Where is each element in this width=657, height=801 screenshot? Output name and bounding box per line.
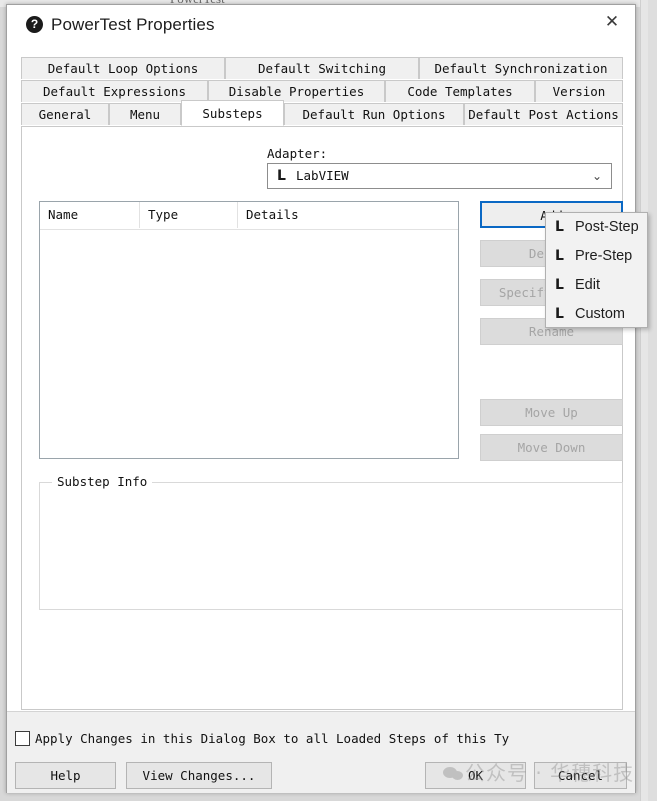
apply-changes-checkbox[interactable] — [15, 731, 30, 746]
substeps-tab-panel: Adapter: L LabVIEW ⌄ Name Type Details A… — [21, 126, 623, 710]
adapter-dropdown[interactable]: L LabVIEW ⌄ — [267, 163, 612, 189]
chevron-down-icon: ⌄ — [591, 169, 602, 183]
tab-version[interactable]: Version — [535, 80, 623, 102]
tab-default-switching[interactable]: Default Switching — [225, 57, 419, 79]
tab-default-synchronization[interactable]: Default Synchronization — [419, 57, 623, 79]
labview-icon: L — [277, 168, 286, 184]
menu-item-edit-label: Edit — [575, 277, 600, 293]
tab-menu[interactable]: Menu — [109, 103, 181, 125]
close-icon[interactable]: ✕ — [589, 5, 635, 39]
powertest-properties-dialog: ? PowerTest Properties ✕ Default Loop Op… — [6, 4, 636, 793]
menu-item-pre-step-label: Pre-Step — [575, 248, 633, 264]
add-substep-context-menu: L Post-Step L Pre-Step L Edit L Custom — [545, 212, 648, 328]
tab-substeps[interactable]: Substeps — [181, 100, 284, 126]
labview-icon: L — [555, 248, 564, 264]
substeps-listview[interactable]: Name Type Details — [39, 201, 459, 459]
tab-default-loop-options[interactable]: Default Loop Options — [21, 57, 225, 79]
tab-row-1: Default Loop Options Default Switching D… — [21, 57, 623, 80]
tab-disable-properties[interactable]: Disable Properties — [208, 80, 385, 102]
column-header-details[interactable]: Details — [238, 202, 458, 228]
labview-icon: L — [555, 306, 564, 322]
listview-header: Name Type Details — [40, 202, 458, 230]
menu-item-custom[interactable]: L Custom — [546, 300, 647, 329]
dialog-footer: Apply Changes in this Dialog Box to all … — [7, 711, 635, 793]
adapter-selected-value: LabVIEW — [296, 168, 349, 183]
menu-item-custom-label: Custom — [575, 306, 625, 322]
tab-general[interactable]: General — [21, 103, 109, 125]
tab-strip: Default Loop Options Default Switching D… — [21, 57, 623, 127]
menu-item-post-step-label: Post-Step — [575, 219, 639, 235]
ok-button[interactable]: OK — [425, 762, 526, 789]
labview-icon: L — [555, 219, 564, 235]
adapter-label: Adapter: — [267, 146, 328, 161]
menu-item-pre-step[interactable]: L Pre-Step — [546, 242, 647, 271]
substep-info-groupbox: Substep Info — [39, 474, 623, 610]
help-button[interactable]: Help — [15, 762, 116, 789]
menu-item-edit[interactable]: L Edit — [546, 271, 647, 300]
move-up-button[interactable]: Move Up — [480, 399, 623, 426]
menu-item-post-step[interactable]: L Post-Step — [546, 213, 647, 242]
window-title: PowerTest Properties — [51, 15, 215, 34]
tab-default-post-actions[interactable]: Default Post Actions — [464, 103, 623, 125]
title-bar: ? PowerTest Properties ✕ — [7, 5, 635, 46]
tab-default-expressions[interactable]: Default Expressions — [21, 80, 208, 102]
help-question-icon: ? — [26, 16, 43, 33]
substep-info-title: Substep Info — [52, 474, 153, 489]
tab-default-run-options[interactable]: Default Run Options — [284, 103, 464, 125]
apply-changes-label: Apply Changes in this Dialog Box to all … — [35, 731, 510, 746]
tab-row-3: General Menu Substeps Default Run Option… — [21, 100, 623, 126]
tab-row-2: Default Expressions Disable Properties C… — [21, 80, 623, 103]
column-header-type[interactable]: Type — [140, 202, 238, 228]
move-down-button[interactable]: Move Down — [480, 434, 623, 461]
view-changes-button[interactable]: View Changes... — [126, 762, 272, 789]
column-header-name[interactable]: Name — [40, 202, 140, 228]
cancel-button[interactable]: Cancel — [534, 762, 627, 789]
tab-code-templates[interactable]: Code Templates — [385, 80, 535, 102]
labview-icon: L — [555, 277, 564, 293]
desktop-background-far-right — [648, 0, 657, 801]
